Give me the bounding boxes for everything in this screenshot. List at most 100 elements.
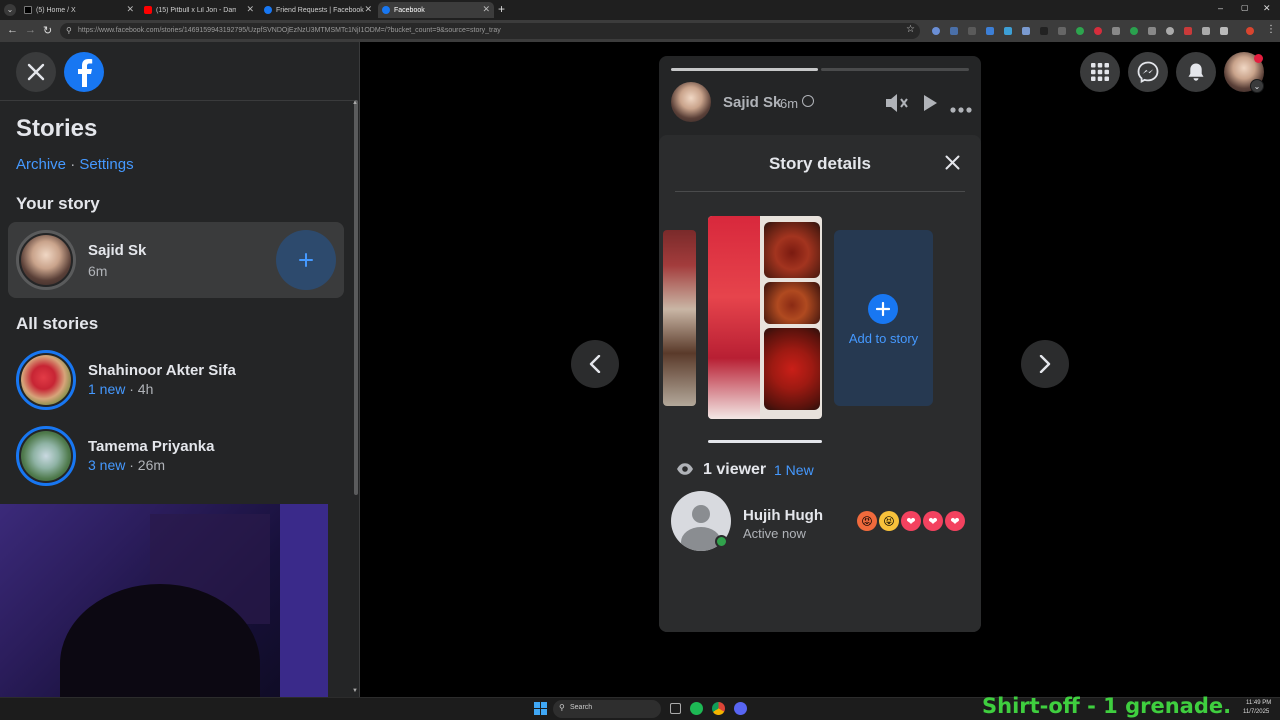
browser-tab-x[interactable]: (5) Home / X ✕ — [20, 2, 138, 18]
extension-icon[interactable] — [1076, 27, 1084, 35]
extension-icon[interactable] — [1040, 27, 1048, 35]
add-story-button[interactable] — [276, 230, 336, 290]
reload-icon[interactable]: ↻ — [43, 24, 52, 37]
add-to-story-plus[interactable] — [868, 294, 898, 324]
tab-title: (15) Pitbull x Lil Jon - Damn I Lo... — [156, 6, 236, 14]
start-button[interactable] — [534, 702, 547, 715]
close-icon — [945, 155, 960, 170]
avatar[interactable] — [671, 82, 711, 122]
url-field[interactable]: ⚲ https://www.facebook.com/stories/14691… — [60, 23, 920, 39]
tab-close-icon[interactable]: ✕ — [126, 4, 134, 15]
extension-icon[interactable] — [1202, 27, 1210, 35]
extension-icon[interactable] — [968, 27, 976, 35]
forward-icon[interactable]: → — [25, 24, 36, 36]
scroll-down-icon[interactable]: ▼ — [352, 688, 358, 694]
story-time: · 4h — [129, 381, 154, 397]
page-title: Stories — [16, 115, 98, 142]
scroll-up-icon[interactable]: ▲ — [352, 100, 358, 106]
add-to-story-label[interactable]: Add to story — [834, 331, 933, 346]
play-button[interactable] — [922, 94, 938, 117]
browser-menu-icon[interactable]: ⋮ — [1266, 24, 1276, 35]
chevron-down-icon[interactable]: ⌄ — [1250, 79, 1264, 93]
your-story-heading: Your story — [16, 194, 100, 213]
story-time: · 26m — [129, 457, 166, 473]
plus-icon — [299, 253, 313, 267]
minimize-button[interactable]: – — [1218, 3, 1223, 13]
tab-search-button[interactable]: ⌄ — [4, 4, 16, 16]
love-reaction-icon: ❤ — [923, 511, 943, 531]
archive-link[interactable]: Archive — [16, 156, 66, 173]
your-story-item[interactable]: Sajid Sk 6m — [8, 222, 344, 298]
extension-icon[interactable] — [950, 27, 958, 35]
account-badge — [1254, 54, 1263, 63]
your-story-time: 6m — [88, 263, 108, 279]
browser-address-bar: ← → ↻ ⚲ https://www.facebook.com/stories… — [0, 20, 1280, 42]
chrome-icon[interactable] — [712, 702, 725, 715]
taskbar-search[interactable]: ⚲ Search — [553, 700, 661, 718]
browser-tab-youtube[interactable]: (15) Pitbull x Lil Jon - Damn I Lo... ✕ — [140, 2, 258, 18]
bookmark-star-icon[interactable]: ☆ — [906, 24, 915, 35]
site-info-icon[interactable]: ⚲ — [66, 26, 72, 35]
close-window-button[interactable]: ✕ — [1263, 3, 1271, 14]
profile-icon[interactable] — [1246, 27, 1254, 35]
mute-button[interactable] — [884, 92, 910, 119]
extension-icon[interactable] — [1184, 27, 1192, 35]
next-story-button[interactable] — [1021, 340, 1069, 388]
tab-title: (5) Home / X — [36, 6, 76, 14]
extension-icon[interactable] — [1022, 27, 1030, 35]
story-list-item[interactable]: Shahinoor Akter Sifa 1 new · 4h — [8, 342, 344, 418]
more-options-button[interactable] — [950, 100, 972, 118]
plus-icon — [876, 302, 890, 316]
close-details-button[interactable] — [945, 155, 960, 175]
extension-icon[interactable] — [1004, 27, 1012, 35]
tab-close-icon[interactable]: ✕ — [246, 4, 254, 15]
webcam-overlay — [0, 504, 328, 720]
story-thumbnail-previous[interactable] — [663, 230, 696, 406]
story-time: 6m — [780, 96, 799, 111]
extension-icon[interactable] — [986, 27, 994, 35]
chevron-right-icon — [1039, 355, 1051, 373]
story-author[interactable]: Sajid Sk — [723, 94, 781, 111]
spotify-icon[interactable] — [690, 702, 703, 715]
discord-icon[interactable] — [734, 702, 747, 715]
extension-icon[interactable] — [1058, 27, 1066, 35]
facebook-f-icon — [78, 59, 93, 87]
messenger-button[interactable] — [1128, 52, 1168, 92]
extension-icon[interactable] — [1148, 27, 1156, 35]
new-tab-button[interactable]: + — [498, 2, 505, 16]
story-meta: 3 new · 26m — [88, 457, 165, 473]
speaker-muted-icon — [886, 94, 908, 112]
story-progress-bar — [671, 68, 818, 71]
tab-close-icon[interactable]: ✕ — [482, 4, 490, 15]
extension-icon[interactable] — [1112, 27, 1120, 35]
extension-icon[interactable] — [932, 27, 940, 35]
close-stories-button[interactable] — [16, 52, 56, 92]
browser-tab-facebook[interactable]: Facebook ✕ — [378, 2, 494, 18]
previous-story-button[interactable] — [571, 340, 619, 388]
menu-button[interactable] — [1080, 52, 1120, 92]
extension-icon[interactable] — [1130, 27, 1138, 35]
maximize-button[interactable]: ▢ — [1241, 3, 1249, 12]
story-links: Archive · Settings — [16, 156, 134, 173]
task-view-icon[interactable] — [670, 703, 681, 714]
extension-icon[interactable] — [1166, 27, 1174, 35]
tab-close-icon[interactable]: ✕ — [364, 4, 372, 15]
notifications-button[interactable] — [1176, 52, 1216, 92]
youtube-icon — [144, 6, 152, 14]
viewer-status: Active now — [743, 526, 806, 541]
story-list-item[interactable]: Tamema Priyanka 3 new · 26m — [8, 418, 344, 494]
story-thumbnail-current[interactable] — [708, 216, 822, 419]
story-meta: 1 new · 4h — [88, 381, 153, 397]
extensions-puzzle-icon[interactable] — [1220, 27, 1228, 35]
extension-icon[interactable] — [1094, 27, 1102, 35]
new-viewers-label: 1 New — [774, 462, 814, 478]
back-icon[interactable]: ← — [7, 24, 18, 36]
facebook-icon — [264, 6, 272, 14]
browser-tab-friend-requests[interactable]: Friend Requests | Facebook ✕ — [260, 2, 376, 18]
sidebar-scrollbar[interactable] — [354, 100, 358, 495]
globe-icon — [802, 95, 814, 107]
settings-link[interactable]: Settings — [79, 156, 133, 173]
viewer-name: Hujih Hugh — [743, 507, 823, 524]
more-icon — [950, 107, 972, 113]
facebook-logo[interactable] — [64, 52, 104, 92]
